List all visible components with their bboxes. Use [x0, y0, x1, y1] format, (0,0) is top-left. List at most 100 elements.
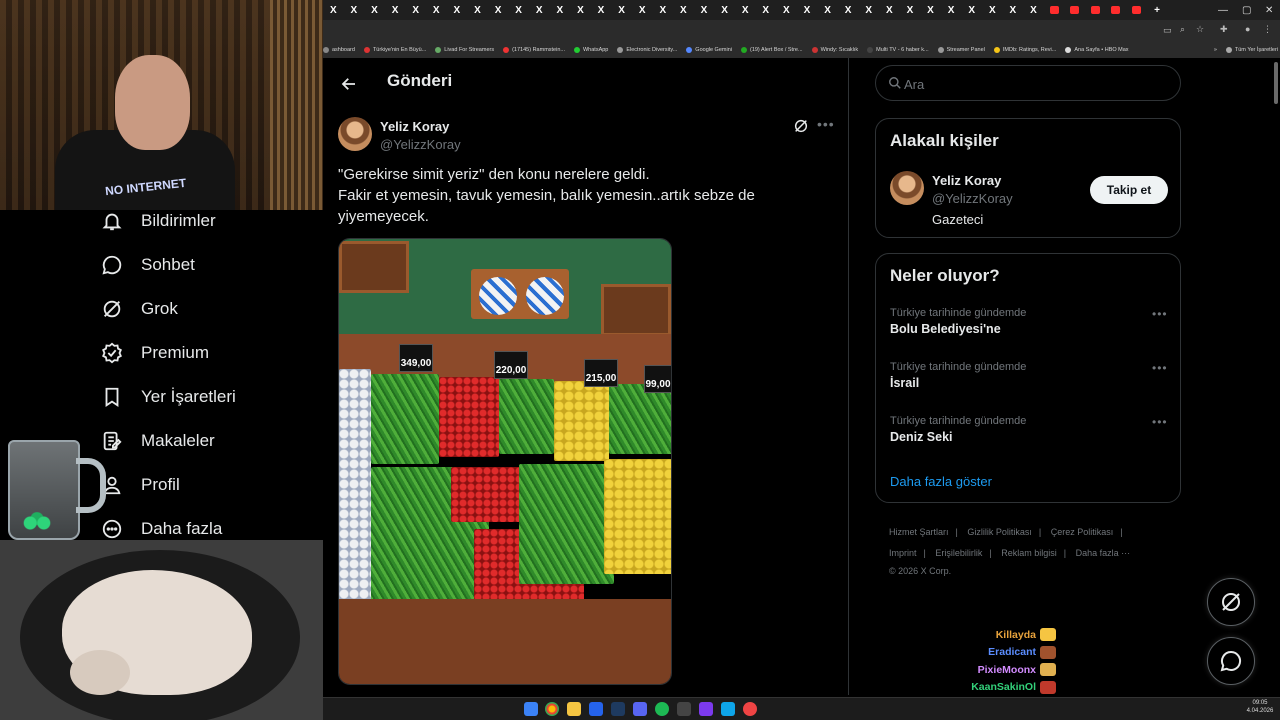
start-icon[interactable]	[524, 702, 538, 716]
nav-item-chat[interactable]: Sohbet	[100, 250, 195, 280]
browser-tab[interactable]: X	[426, 0, 447, 20]
browser-tab[interactable]: X	[550, 0, 571, 20]
nav-item-grok[interactable]: Grok	[100, 294, 178, 324]
menu-icon[interactable]: ⋮	[1263, 24, 1272, 35]
browser-tab[interactable]: X	[755, 0, 776, 20]
search-input[interactable]	[904, 73, 1164, 95]
app-icon[interactable]	[743, 702, 757, 716]
chrome-icon[interactable]	[545, 702, 559, 716]
trend-item[interactable]: Türkiye tarihinde gündemde Bolu Belediye…	[890, 307, 1170, 336]
app-icon[interactable]	[721, 702, 735, 716]
footer-link[interactable]: Çerez Politikası	[1051, 527, 1114, 537]
browser-tab[interactable]	[1106, 0, 1127, 20]
browser-tab[interactable]: X	[344, 0, 365, 20]
more-options-icon[interactable]: •••	[1152, 307, 1168, 321]
footer-link[interactable]: Hizmet Şartları	[889, 527, 949, 537]
footer-link[interactable]: Daha fazla ···	[1076, 548, 1131, 558]
folder-icon[interactable]	[567, 702, 581, 716]
browser-tab[interactable]: X	[364, 0, 385, 20]
back-arrow-icon[interactable]	[337, 72, 361, 96]
browser-tab[interactable]: X	[858, 0, 879, 20]
bookmark-item[interactable]: »	[1214, 47, 1217, 53]
bookmark-item[interactable]: Ana Sayfa • HBO Max	[1065, 47, 1129, 53]
footer-link[interactable]: Reklam bilgisi	[1001, 548, 1057, 558]
more-options-icon[interactable]: •••	[1152, 361, 1168, 375]
grok-fab-button[interactable]	[1207, 578, 1255, 626]
browser-tab[interactable]: X	[529, 0, 550, 20]
browser-tab[interactable]: X	[447, 0, 468, 20]
related-name[interactable]: Yeliz Koray	[932, 173, 1001, 188]
browser-tab[interactable]: X	[673, 0, 694, 20]
browser-tab[interactable]: X	[570, 0, 591, 20]
scrollbar-thumb[interactable]	[1274, 62, 1278, 104]
footer-link[interactable]: Erişilebilirlik	[935, 548, 982, 558]
nav-item-bookmarks[interactable]: Yer İşaretleri	[100, 382, 236, 412]
browser-tab[interactable]	[1064, 0, 1085, 20]
browser-tab[interactable]: X	[1023, 0, 1044, 20]
bookmark-item[interactable]: Livad For Streamers	[435, 47, 494, 53]
browser-tab[interactable]: X	[714, 0, 735, 20]
browser-tab[interactable]: X	[653, 0, 674, 20]
author-handle[interactable]: @YelizzKoray	[380, 137, 461, 152]
browser-tab[interactable]: X	[941, 0, 962, 20]
follow-button[interactable]: Takip et	[1090, 176, 1168, 204]
browser-tab[interactable]: X	[838, 0, 859, 20]
browser-tab[interactable]: X	[488, 0, 509, 20]
browser-tab[interactable]: X	[982, 0, 1003, 20]
browser-tab[interactable]: X	[776, 0, 797, 20]
browser-tab[interactable]: X	[632, 0, 653, 20]
footer-link[interactable]: Gizlilik Politikası	[967, 527, 1032, 537]
browser-tab[interactable]: X	[405, 0, 426, 20]
bookmark-item[interactable]: Streamer Panel	[937, 47, 985, 53]
app-icon[interactable]	[699, 702, 713, 716]
browser-tab[interactable]: X	[385, 0, 406, 20]
browser-tab[interactable]: X	[920, 0, 941, 20]
browser-tab[interactable]	[1085, 0, 1106, 20]
messages-fab-button[interactable]	[1207, 637, 1255, 685]
more-options-icon[interactable]: •••	[817, 116, 835, 134]
bookmark-item[interactable]: Google Gemini	[686, 47, 732, 53]
bookmark-item[interactable]: ashboard	[323, 47, 355, 53]
author-name[interactable]: Yeliz Koray	[380, 119, 449, 134]
browser-tab[interactable]: X	[508, 0, 529, 20]
minimize-icon[interactable]: —	[1218, 0, 1228, 20]
steam-icon[interactable]	[611, 702, 625, 716]
post-image[interactable]: 349,00 220,00 215,00 99,00	[338, 238, 672, 685]
new-tab-button[interactable]: +	[1147, 0, 1168, 20]
browser-tab[interactable]: X	[694, 0, 715, 20]
nav-item-profile[interactable]: Profil	[100, 470, 180, 500]
more-options-icon[interactable]: •••	[1152, 415, 1168, 429]
profile-avatar-icon[interactable]: ●	[1245, 24, 1250, 34]
close-icon[interactable]: ✕	[1265, 0, 1273, 20]
browser-tab[interactable]	[1126, 0, 1147, 20]
bookmark-item[interactable]: Tüm Yer İşaretleri	[1225, 47, 1278, 53]
browser-tab[interactable]: X	[797, 0, 818, 20]
bookmark-item[interactable]: (17145) Rammstein...	[503, 47, 565, 53]
nav-item-premium[interactable]: Premium	[100, 338, 209, 368]
app-icon[interactable]	[677, 702, 691, 716]
bookmark-item[interactable]: Electronic Diversity...	[617, 47, 677, 53]
address-bar[interactable]: ▭ ⌕ ☆ ✚ ● ⋮	[323, 20, 1280, 42]
zoom-icon[interactable]: ⌕	[1180, 24, 1185, 35]
show-more-link[interactable]: Daha fazla göster	[890, 474, 992, 489]
extensions-icon[interactable]: ✚	[1220, 24, 1228, 35]
browser-tab[interactable]	[1044, 0, 1065, 20]
browser-tab[interactable]: X	[817, 0, 838, 20]
bookmark-item[interactable]: Türkiye'nin En Büyü...	[363, 47, 426, 53]
trend-item[interactable]: Türkiye tarihinde gündemde Deniz Seki ••…	[890, 415, 1170, 444]
cast-icon[interactable]: ▭	[1163, 25, 1172, 36]
spotify-icon[interactable]	[655, 702, 669, 716]
maximize-icon[interactable]: ▢	[1242, 0, 1251, 20]
app-icon[interactable]	[589, 702, 603, 716]
nav-item-articles[interactable]: Makaleler	[100, 426, 215, 456]
bookmark-item[interactable]: IMDb: Ratings, Revi...	[993, 47, 1056, 53]
browser-tab[interactable]: X	[467, 0, 488, 20]
browser-tab[interactable]: X	[611, 0, 632, 20]
grok-icon[interactable]	[793, 118, 811, 136]
star-icon[interactable]: ☆	[1196, 24, 1204, 35]
browser-tab[interactable]: X	[735, 0, 756, 20]
bookmark-item[interactable]: (19) Alert Box / Stre...	[740, 47, 803, 53]
footer-link[interactable]: Imprint	[889, 548, 917, 558]
bookmark-item[interactable]: Multi TV - 6 haber k...	[867, 47, 929, 53]
bookmark-item[interactable]: Windy: Sıcaklık	[811, 47, 858, 53]
